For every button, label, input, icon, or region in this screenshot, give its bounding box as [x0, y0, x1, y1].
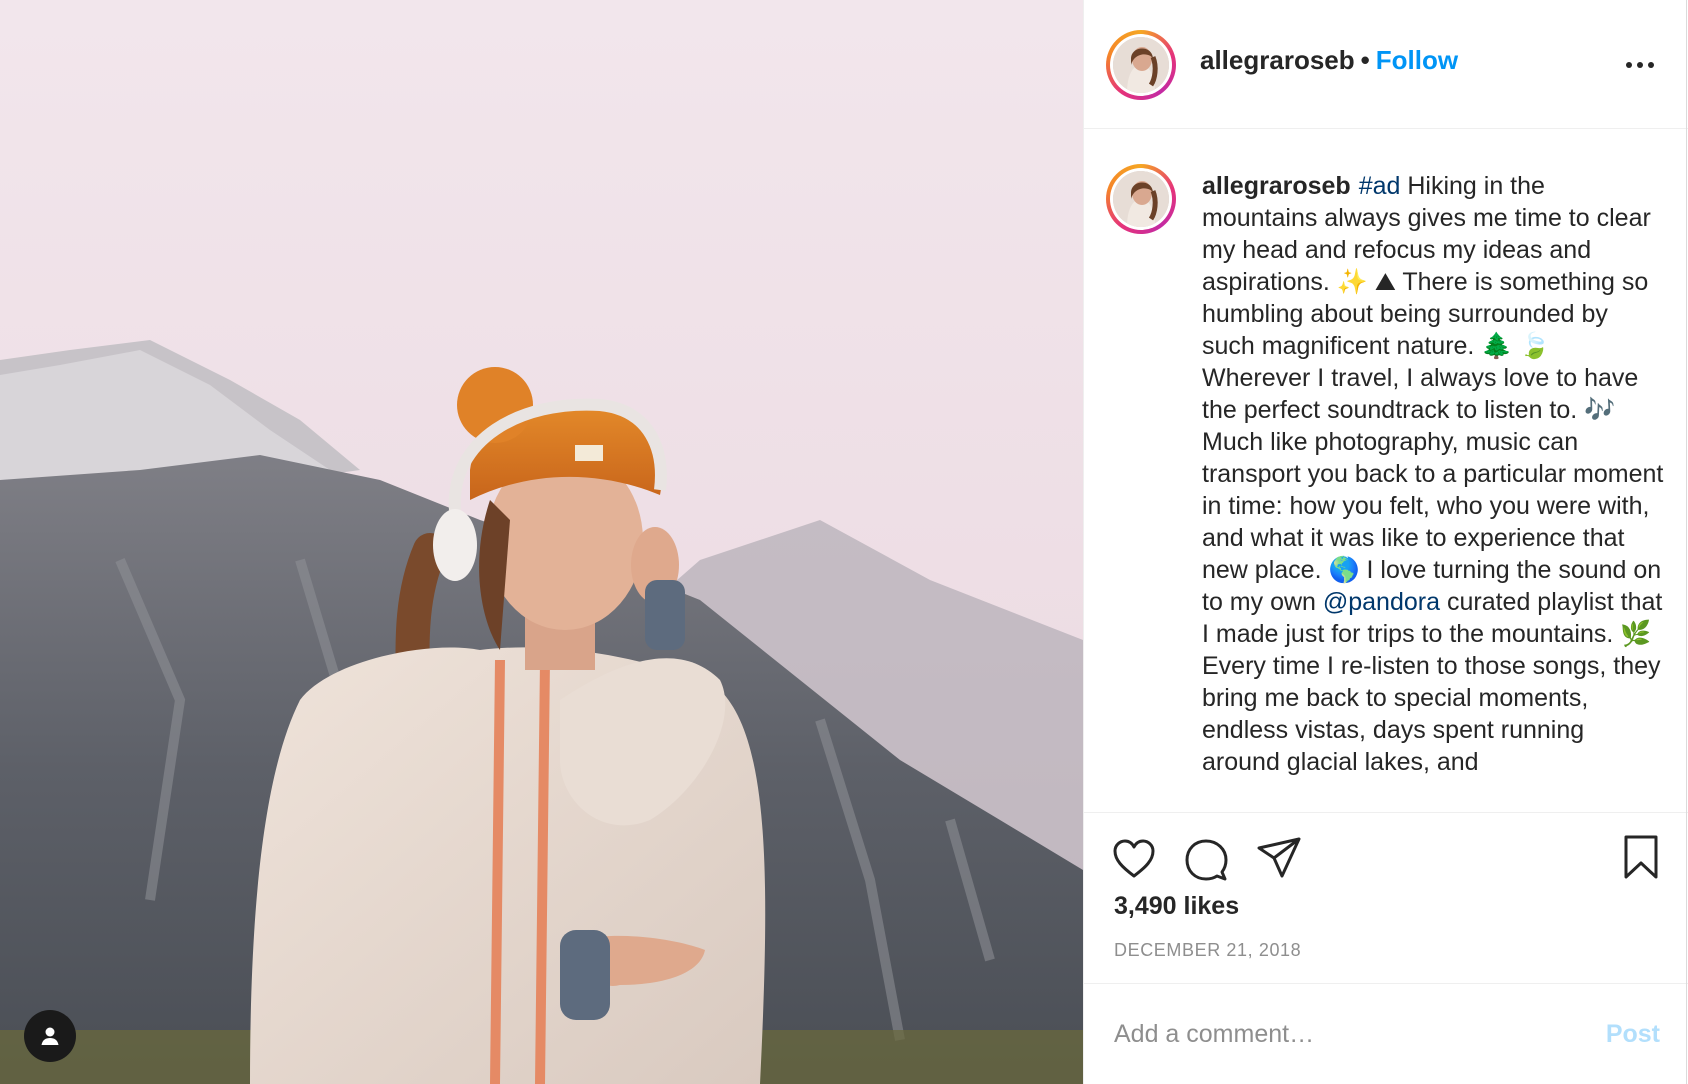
bookmark-icon[interactable]: [1622, 834, 1660, 885]
avatar[interactable]: [1106, 30, 1176, 100]
post-photo[interactable]: [0, 0, 1083, 1084]
post-date[interactable]: DECEMBER 21, 2018: [1114, 940, 1301, 961]
comments-scroll-area[interactable]: allegraroseb #ad Hiking in the mountains …: [1084, 130, 1688, 813]
photo-illustration: [0, 0, 1083, 1084]
post-comment-button[interactable]: Post: [1606, 1020, 1660, 1049]
post-sidebar: allegraroseb • Follow allegraroseb #ad H…: [1083, 0, 1688, 1084]
mention-link[interactable]: @pandora: [1323, 588, 1440, 616]
post-caption: allegraroseb #ad Hiking in the mountains …: [1202, 170, 1664, 778]
comment-input[interactable]: [1114, 1014, 1554, 1054]
caption-username-link[interactable]: allegraroseb: [1202, 172, 1351, 200]
avatar-image: [1113, 37, 1169, 93]
caption-text-2: curated playlist that I made just for tr…: [1202, 588, 1663, 776]
header-username-link[interactable]: allegraroseb: [1200, 45, 1355, 75]
user-tag-icon: [38, 1024, 62, 1048]
comment-bubble-icon[interactable]: [1184, 838, 1228, 887]
header-separator: •: [1360, 45, 1370, 75]
post-header: allegraroseb • Follow: [1084, 0, 1688, 129]
heart-icon[interactable]: [1112, 838, 1156, 885]
comment-bar: Post: [1084, 984, 1688, 1084]
caption-avatar-image: [1113, 171, 1169, 227]
hashtag-link[interactable]: #ad: [1359, 172, 1401, 200]
window-edge: [1686, 0, 1687, 1084]
likes-count[interactable]: 3,490 likes: [1114, 892, 1239, 921]
caption-avatar[interactable]: [1106, 164, 1176, 234]
more-dots-icon[interactable]: [1626, 62, 1654, 68]
post-actions: 3,490 likes DECEMBER 21, 2018: [1084, 814, 1688, 984]
tagged-users-button[interactable]: [24, 1010, 76, 1062]
follow-button[interactable]: Follow: [1376, 45, 1458, 75]
paper-plane-icon[interactable]: [1256, 836, 1302, 885]
caption-text-1: Hiking in the mountains always gives me …: [1202, 172, 1664, 616]
